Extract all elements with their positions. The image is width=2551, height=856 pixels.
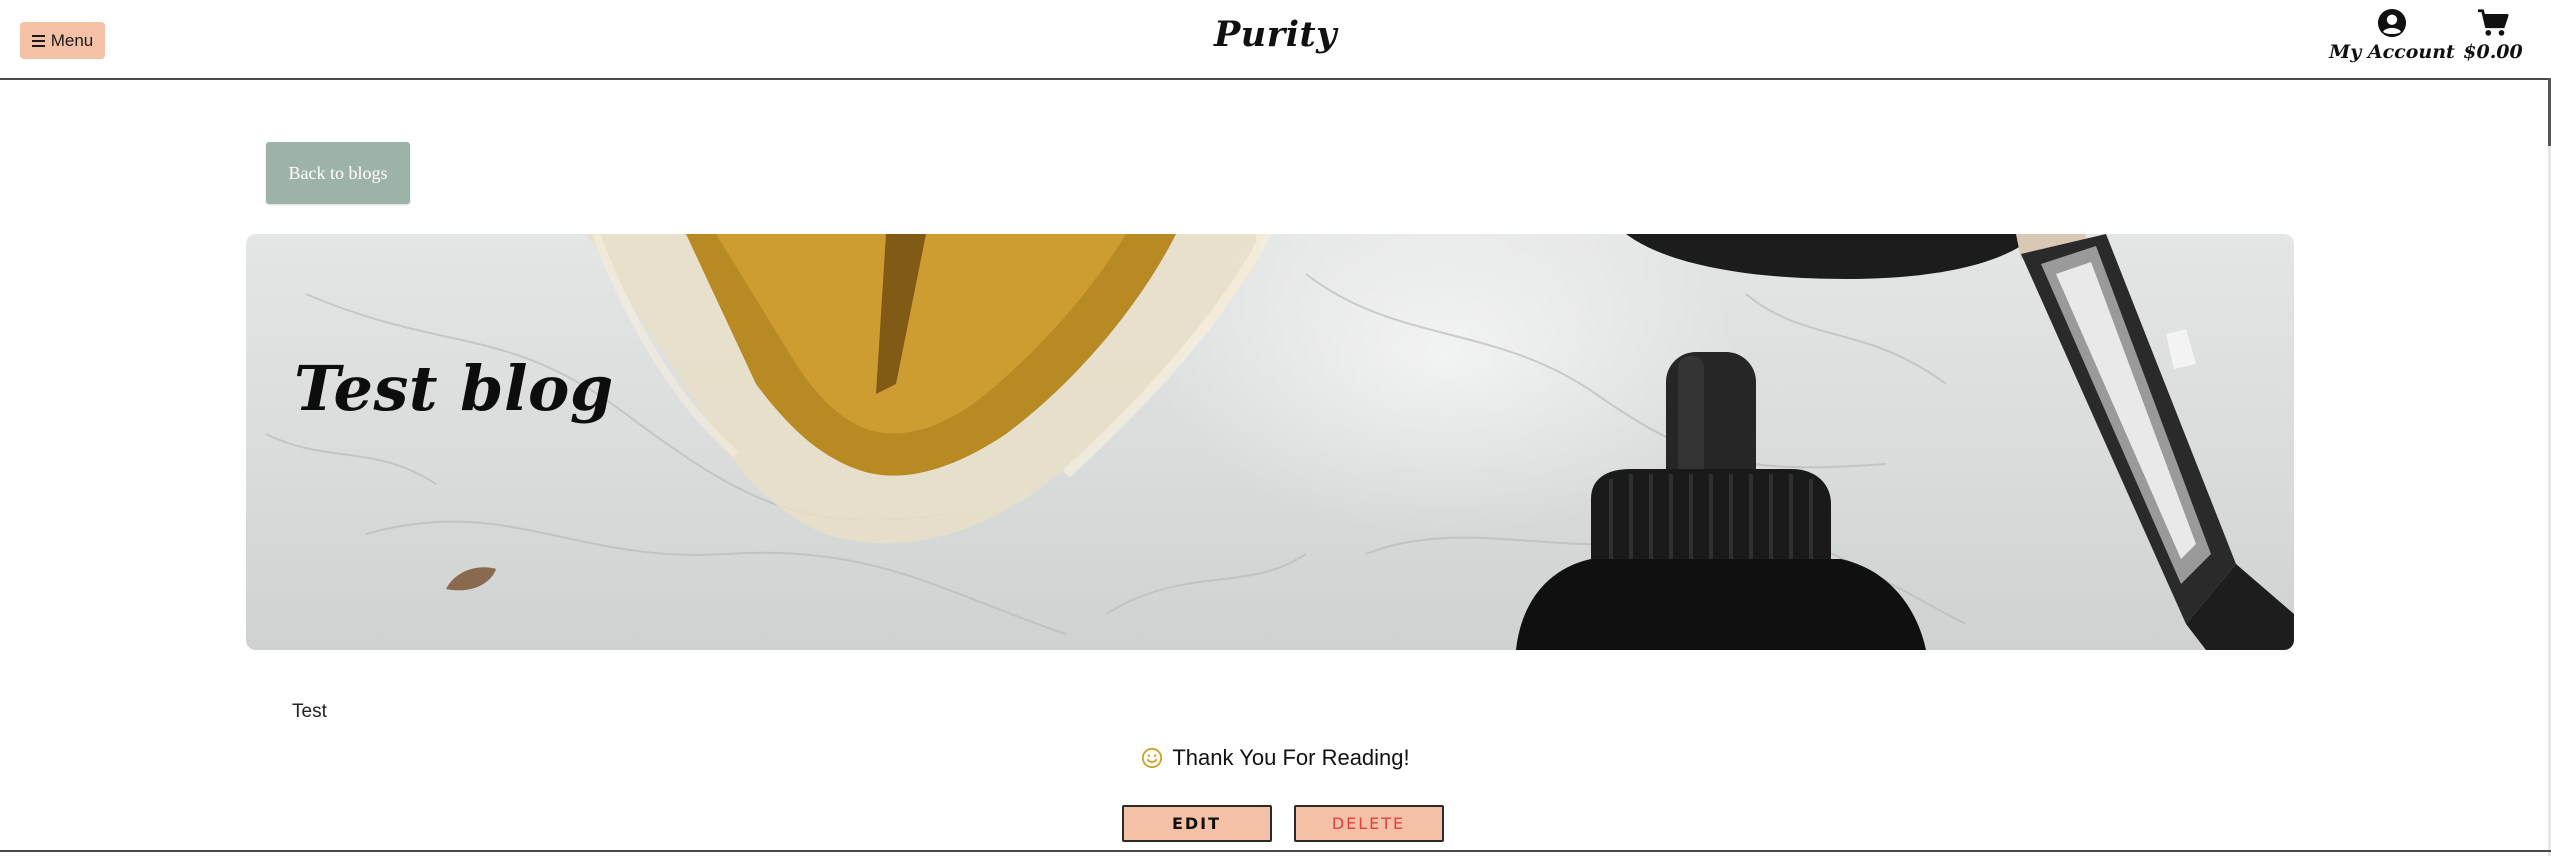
blog-title: Test blog bbox=[294, 352, 614, 425]
cart-link[interactable]: $0.00 bbox=[2458, 8, 2528, 70]
thanks-text: Thank You For Reading! bbox=[1172, 745, 1410, 770]
footer-divider bbox=[0, 850, 2551, 852]
user-circle-icon bbox=[2377, 8, 2407, 38]
blog-body-text: Test bbox=[292, 701, 327, 722]
edit-button[interactable]: EDIT bbox=[1121, 805, 1272, 842]
brand-logo[interactable]: Purity bbox=[0, 14, 2551, 55]
smile-icon bbox=[1142, 747, 1163, 769]
shopping-cart-icon bbox=[2477, 9, 2509, 36]
blog-hero-image: Test blog bbox=[246, 234, 2294, 650]
delete-button[interactable]: DELETE bbox=[1293, 805, 1444, 842]
cart-total: $0.00 bbox=[2463, 41, 2523, 63]
my-account-link[interactable]: My Account bbox=[2312, 8, 2472, 70]
post-actions: EDIT DELETE bbox=[0, 805, 2551, 842]
thanks-message: Thank You For Reading! bbox=[0, 745, 2551, 771]
page: Menu Purity My Account $0.00 Back to blo… bbox=[0, 0, 2551, 856]
back-to-blogs-button[interactable]: Back to blogs bbox=[266, 142, 410, 204]
my-account-label: My Account bbox=[2329, 41, 2455, 63]
site-header: Menu Purity My Account $0.00 bbox=[0, 0, 2551, 80]
hero-photo-illustration bbox=[265, 234, 2294, 650]
